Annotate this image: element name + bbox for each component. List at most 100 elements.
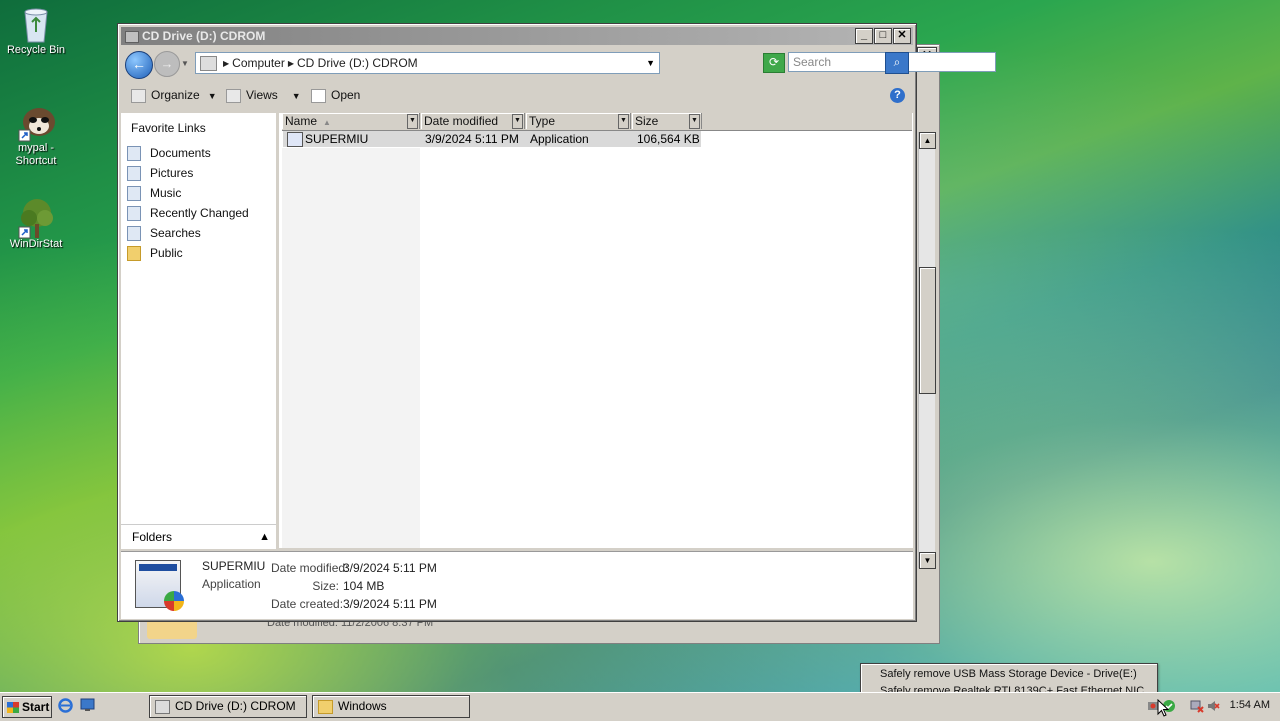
- column-filter-dropdown[interactable]: ▼: [407, 114, 418, 129]
- organize-icon: [131, 88, 146, 103]
- recycle-bin-icon: [17, 4, 55, 43]
- details-date-modified: 3/9/2024 5:11 PM: [343, 561, 437, 575]
- column-header-size[interactable]: Size ▼: [632, 113, 702, 129]
- explorer-window[interactable]: CD Drive (D:) CDROM _ □ ✕ ← → ▼ ▶ Computer ▶…: [117, 23, 996, 622]
- command-bar: Organize ▼ Views ▼ Open ?: [123, 82, 911, 110]
- column-filter-dropdown[interactable]: ▼: [512, 114, 523, 129]
- forward-button[interactable]: →: [154, 51, 180, 77]
- details-size: 104 MB: [343, 579, 385, 593]
- recent-icon: [127, 206, 141, 222]
- folder-icon: [127, 246, 141, 262]
- views-button[interactable]: Views ▼: [226, 88, 301, 103]
- show-desktop-icon[interactable]: [80, 698, 95, 712]
- details-file-name: SUPERMIU: [202, 559, 266, 573]
- help-button[interactable]: ?: [890, 88, 905, 103]
- chevron-up-icon: ▲: [259, 531, 270, 543]
- nav-item-pictures[interactable]: Pictures: [127, 163, 249, 183]
- folders-label: Folders: [132, 530, 173, 544]
- file-type: Application: [530, 132, 589, 146]
- breadcrumb-computer[interactable]: Computer: [232, 56, 285, 70]
- column-label: Type: [529, 114, 556, 128]
- nav-item-label: Public: [150, 246, 183, 260]
- address-row: ← → ▼ ▶ Computer ▶ CD Drive (D:) CDROM ▼ ⟳ …: [123, 50, 996, 79]
- folders-toggle[interactable]: Folders ▲: [121, 524, 276, 549]
- nav-item-label: Music: [150, 186, 182, 200]
- column-header-date-modified[interactable]: Date modified ▼: [421, 113, 525, 129]
- details-properties: Date modified:3/9/2024 5:11 PM Size: 104 …: [271, 559, 437, 613]
- details-pane: SUPERMIU Application Date modified:3/9/2…: [121, 551, 913, 619]
- column-label: Name: [285, 114, 318, 128]
- taskbar-button-cd-drive[interactable]: CD Drive (D:) CDROM: [149, 695, 307, 718]
- task-label: CD Drive (D:) CDROM: [175, 699, 296, 713]
- favorite-links-header: Favorite Links: [131, 121, 206, 135]
- pictures-icon: [127, 166, 141, 182]
- recent-pages-dropdown[interactable]: ▼: [181, 59, 189, 68]
- address-dropdown-icon[interactable]: ▼: [646, 58, 655, 68]
- organize-button[interactable]: Organize ▼: [131, 88, 217, 103]
- nav-item-documents[interactable]: Documents: [127, 143, 249, 163]
- volume-muted-icon[interactable]: [1206, 699, 1220, 713]
- details-label: Date created:: [271, 597, 344, 611]
- clock[interactable]: 1:54 AM: [1230, 699, 1270, 711]
- maximize-button[interactable]: □: [874, 28, 892, 44]
- desktop-icon-windirstat[interactable]: WinDirStat: [0, 198, 72, 251]
- scroll-down-arrow[interactable]: ▼: [919, 552, 936, 569]
- chevron-right-icon[interactable]: ▶: [223, 59, 229, 68]
- close-button[interactable]: ✕: [893, 28, 911, 44]
- scroll-up-arrow[interactable]: ▲: [919, 132, 936, 149]
- chevron-down-icon: ▼: [291, 91, 301, 101]
- internet-explorer-icon[interactable]: [58, 698, 73, 713]
- back-button[interactable]: ←: [125, 51, 153, 79]
- favorite-links-list: Documents Pictures Music Recently Change…: [127, 143, 249, 263]
- column-header-name[interactable]: Name ▲ ▼: [282, 113, 420, 129]
- window-title: CD Drive (D:) CDROM: [142, 29, 266, 43]
- navigation-pane: Favorite Links Documents Pictures Music …: [121, 113, 279, 548]
- open-label: Open: [331, 88, 361, 102]
- file-size: 106,564 KB: [637, 132, 700, 146]
- music-icon: [127, 186, 141, 202]
- nav-item-music[interactable]: Music: [127, 183, 249, 203]
- application-installer-icon: [135, 560, 184, 611]
- menu-item-remove-usb[interactable]: Safely remove USB Mass Storage Device - …: [880, 668, 1137, 680]
- folder-icon: [318, 699, 333, 714]
- details-date-created: 3/9/2024 5:11 PM: [343, 597, 437, 611]
- details-label: Size:: [312, 579, 339, 593]
- search-button[interactable]: ⌕: [885, 52, 909, 74]
- nav-item-label: Documents: [150, 146, 211, 160]
- column-filter-dropdown[interactable]: ▼: [618, 114, 629, 129]
- desktop-icon-mypal[interactable]: mypal - Shortcut: [0, 102, 72, 168]
- address-bar[interactable]: ▶ Computer ▶ CD Drive (D:) CDROM ▼: [195, 52, 660, 74]
- column-filter-dropdown[interactable]: ▼: [689, 114, 700, 129]
- application-icon: [287, 132, 303, 147]
- open-button[interactable]: Open: [311, 88, 360, 103]
- raccoon-icon: [17, 102, 55, 142]
- start-button[interactable]: Start: [2, 696, 52, 718]
- nav-item-public[interactable]: Public: [127, 243, 249, 263]
- chevron-right-icon[interactable]: ▶: [288, 59, 294, 68]
- file-list[interactable]: Name ▲ ▼ Date modified ▼ Type ▼ Size ▼ SUPERM…: [279, 113, 913, 548]
- organize-label: Organize: [151, 88, 200, 102]
- chevron-down-icon: ▼: [207, 91, 217, 101]
- breadcrumb-cd-drive[interactable]: CD Drive (D:) CDROM: [297, 56, 418, 70]
- scroll-thumb[interactable]: [919, 267, 936, 394]
- network-disconnected-icon[interactable]: [1190, 699, 1204, 713]
- nav-item-label: Recently Changed: [150, 206, 249, 220]
- file-date-modified: 3/9/2024 5:11 PM: [425, 132, 519, 146]
- nav-item-searches[interactable]: Searches: [127, 223, 249, 243]
- minimize-button[interactable]: _: [855, 28, 873, 44]
- desktop-icon-recycle-bin[interactable]: Recycle Bin: [0, 4, 72, 57]
- title-bar[interactable]: CD Drive (D:) CDROM _ □ ✕: [121, 27, 913, 45]
- open-icon: [311, 88, 326, 103]
- taskbar-button-windows[interactable]: Windows: [312, 695, 470, 718]
- table-row[interactable]: SUPERMIU 3/9/2024 5:11 PM Application 10…: [283, 131, 701, 147]
- refresh-button[interactable]: ⟳: [763, 53, 785, 73]
- file-name: SUPERMIU: [305, 132, 369, 146]
- column-header-type[interactable]: Type ▼: [526, 113, 631, 129]
- search-icon: [127, 226, 141, 242]
- nav-item-recently-changed[interactable]: Recently Changed: [127, 203, 249, 223]
- computer-icon: [200, 56, 217, 71]
- details-label: Date modified:: [271, 561, 349, 575]
- nav-item-label: Pictures: [150, 166, 194, 180]
- vertical-scrollbar[interactable]: ▲ ▼: [918, 132, 936, 569]
- drive-icon: [125, 30, 139, 43]
